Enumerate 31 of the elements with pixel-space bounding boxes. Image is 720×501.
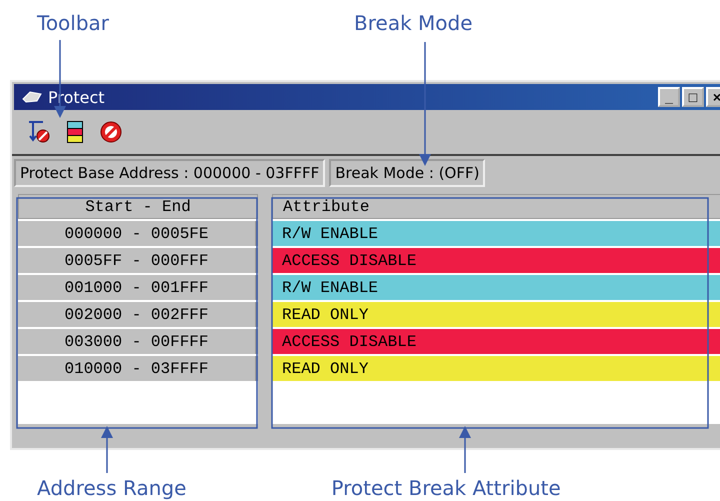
row-header[interactable]: 003000 - 00FFFF	[18, 329, 258, 354]
attribute-cell: R/W ENABLE	[272, 275, 720, 300]
annotation-label: Protect Break Attribute	[331, 475, 561, 501]
row-header[interactable]: 010000 - 03FFFF	[18, 356, 258, 381]
column-header[interactable]: Attribute	[272, 194, 720, 219]
attribute-cell: ACCESS DISABLE	[272, 329, 720, 354]
toolbar-button[interactable]	[26, 119, 52, 145]
row-header[interactable]: 000000 - 0005FE	[18, 221, 258, 246]
row-header[interactable]: 001000 - 001FFF	[18, 275, 258, 300]
toolbar-button[interactable]	[98, 119, 124, 145]
annotation-label: Toolbar	[37, 10, 110, 36]
status-field: Break Mode : (OFF)	[329, 159, 486, 187]
break-arrow-icon	[27, 120, 51, 144]
annotation-label: Address Range	[37, 475, 186, 501]
annotation-arrow	[101, 426, 113, 473]
attribute-cell: READ ONLY	[272, 302, 720, 327]
maximize-button[interactable]: □	[682, 87, 704, 107]
minimize-button[interactable]: _	[658, 87, 680, 107]
annotation-arrow	[459, 426, 471, 473]
row-header[interactable]: 002000 - 002FFF	[18, 302, 258, 327]
app-icon	[22, 91, 42, 103]
attribute-cell: READ ONLY	[272, 356, 720, 381]
column-header[interactable]: Start - End	[18, 194, 258, 219]
window-title: Protect	[48, 88, 105, 106]
attribute-cell: R/W ENABLE	[272, 221, 720, 246]
row-header[interactable]: 0005FF - 000FFF	[18, 248, 258, 273]
annotation-label: Break Mode	[354, 10, 473, 36]
status-field: Protect Base Address : 000000 - 03FFFF	[14, 159, 326, 187]
color-block-icon	[67, 121, 83, 143]
attribute-cell: ACCESS DISABLE	[272, 248, 720, 273]
no-entry-icon	[99, 120, 123, 144]
